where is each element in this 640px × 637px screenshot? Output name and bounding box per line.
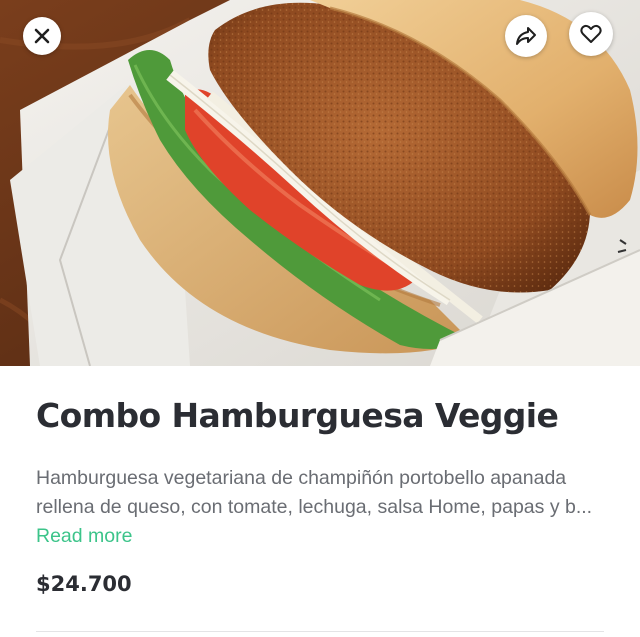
close-icon (34, 28, 50, 44)
product-details: Combo Hamburguesa Veggie Hamburguesa veg… (0, 366, 640, 637)
share-arrow-icon (516, 27, 536, 45)
share-button[interactable] (505, 15, 547, 57)
read-more-link[interactable]: Read more (36, 525, 132, 547)
favorite-button[interactable] (569, 12, 613, 56)
description-text: Hamburguesa vegetariana de champiñón por… (36, 467, 593, 518)
burger-photo (0, 0, 640, 366)
product-description: Hamburguesa vegetariana de champiñón por… (36, 464, 596, 551)
product-detail-screen: Combo Hamburguesa Veggie Hamburguesa veg… (0, 0, 640, 637)
product-title: Combo Hamburguesa Veggie (36, 396, 559, 435)
close-button[interactable] (23, 17, 61, 55)
product-image (0, 0, 640, 366)
divider (36, 631, 604, 632)
heart-outline-icon (580, 24, 602, 43)
product-price: $24.700 (36, 572, 132, 596)
